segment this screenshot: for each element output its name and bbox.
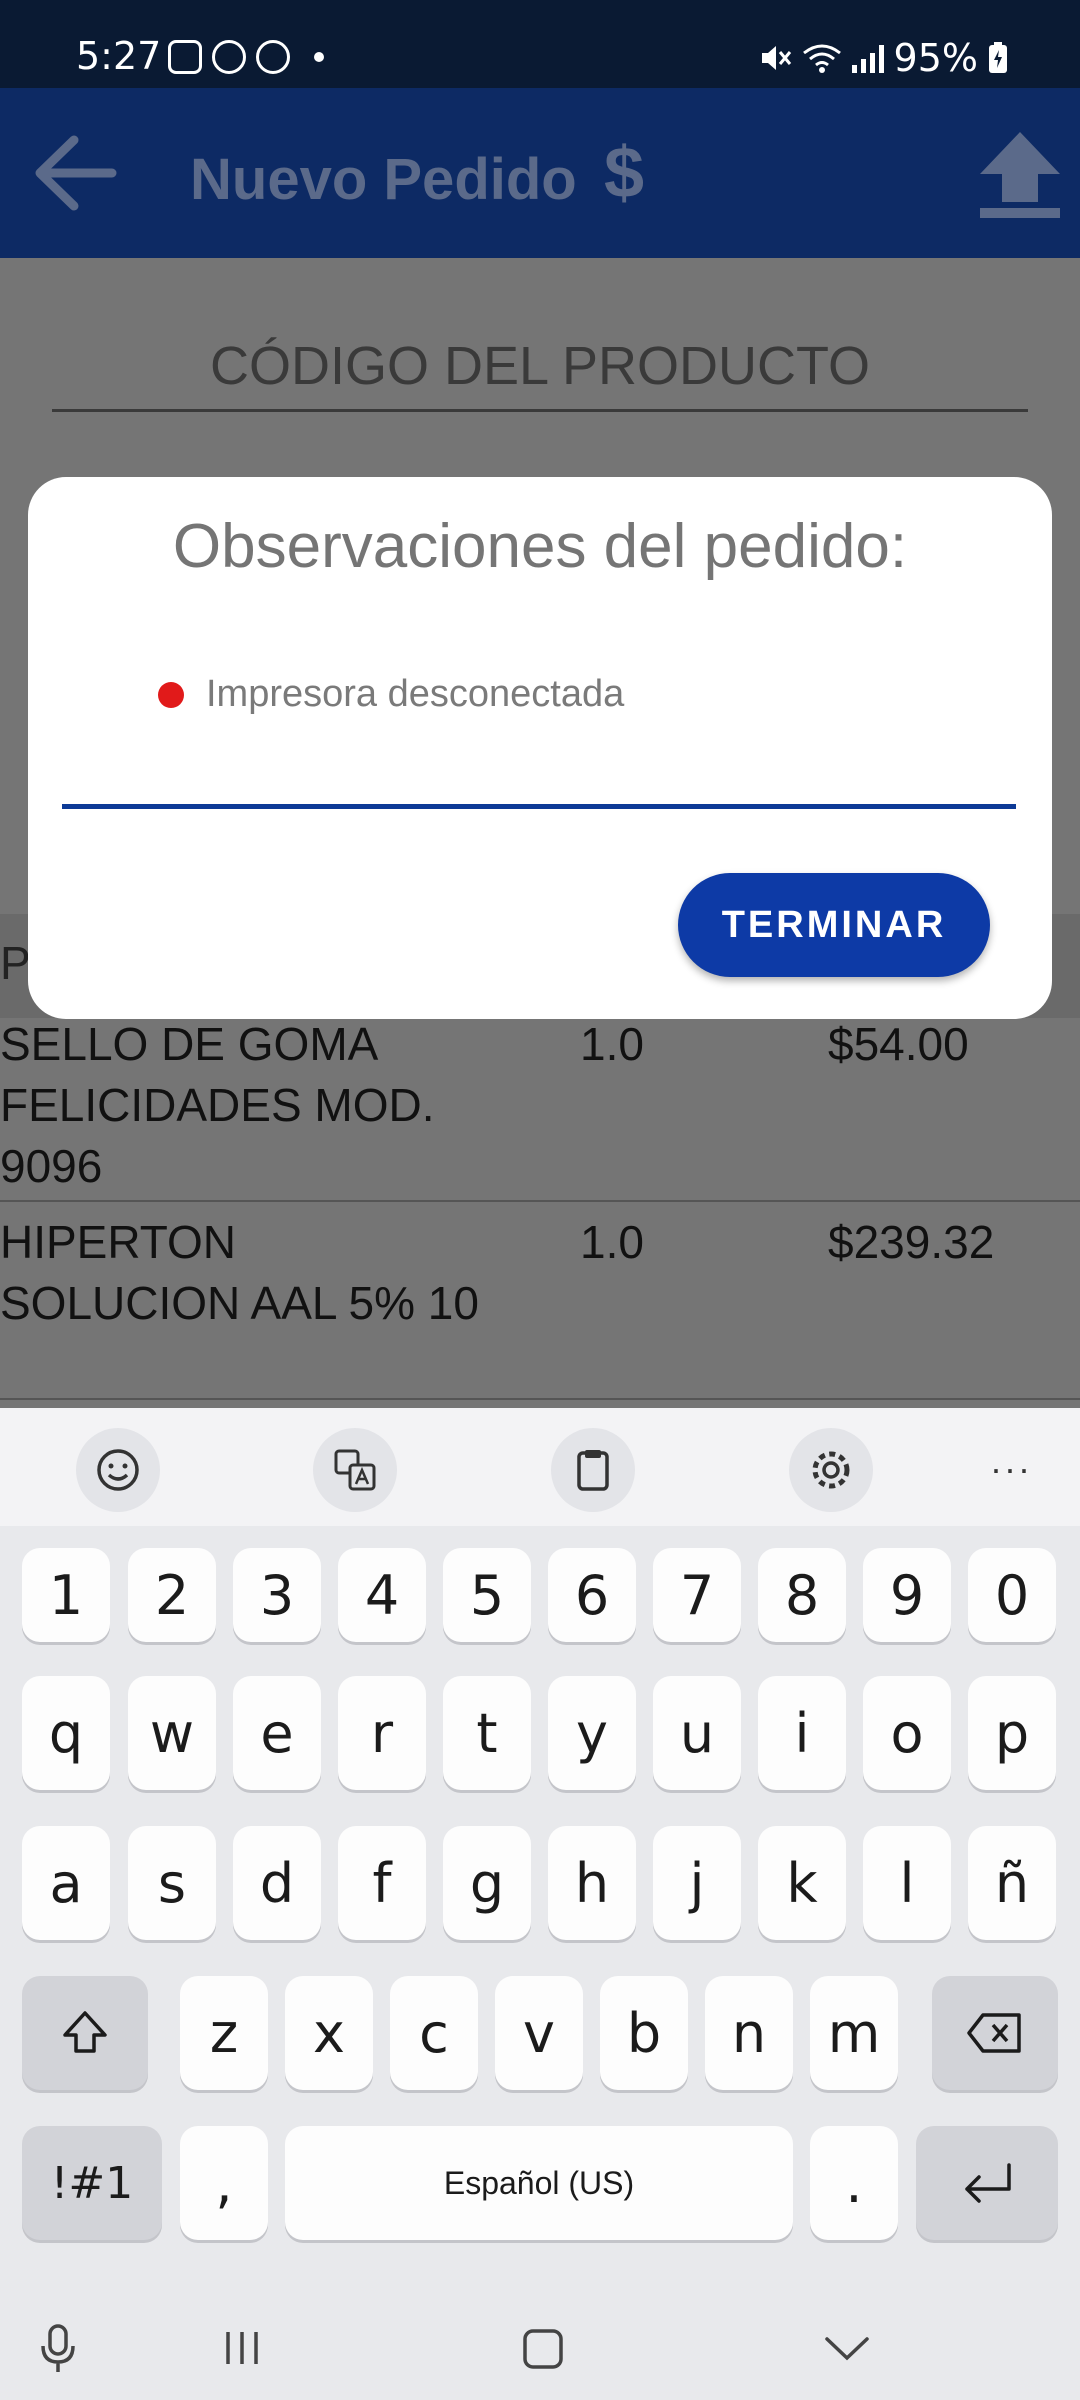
key-ene[interactable]: ñ xyxy=(968,1826,1056,1940)
key-h[interactable]: h xyxy=(548,1826,636,1940)
shift-key[interactable] xyxy=(22,1976,148,2090)
keyboard-toolbar: ··· xyxy=(0,1408,1080,1526)
key-7[interactable]: 7 xyxy=(653,1548,741,1642)
key-i[interactable]: i xyxy=(758,1676,846,1790)
key-t[interactable]: t xyxy=(443,1676,531,1790)
shift-icon xyxy=(63,2011,107,2053)
key-w[interactable]: w xyxy=(128,1676,216,1790)
key-m[interactable]: m xyxy=(810,1976,898,2090)
gallery-icon xyxy=(168,40,202,74)
printer-status-text: Impresora desconectada xyxy=(206,673,625,715)
key-k[interactable]: k xyxy=(758,1826,846,1940)
space-key[interactable]: Español (US) xyxy=(285,2126,793,2240)
backspace-icon xyxy=(967,2013,1021,2053)
product-name: SELLO DE GOMA FELICIDADES MOD. 9096 xyxy=(0,1018,435,1192)
key-2[interactable]: 2 xyxy=(128,1548,216,1642)
status-dot-icon xyxy=(158,681,184,708)
key-j[interactable]: j xyxy=(653,1826,741,1940)
settings-icon[interactable] xyxy=(789,1428,873,1512)
backspace-key[interactable] xyxy=(932,1976,1058,2090)
key-x[interactable]: x xyxy=(285,1976,373,2090)
dollar-icon[interactable]: $ xyxy=(604,132,644,214)
recent-apps-icon[interactable] xyxy=(222,2328,262,2368)
page-title: Nuevo Pedido xyxy=(190,147,577,212)
product-list: SELLO DE GOMA FELICIDADES MOD. 9096 1.0 … xyxy=(0,1004,1080,1400)
signal-icon xyxy=(851,43,884,73)
key-r[interactable]: r xyxy=(338,1676,426,1790)
key-8[interactable]: 8 xyxy=(758,1548,846,1642)
product-code-label: CÓDIGO DEL PRODUCTO xyxy=(209,336,871,396)
enter-icon xyxy=(965,2163,1011,2203)
order-notes-dialog: Observaciones del pedido: Impresora desc… xyxy=(28,477,1052,1019)
key-z[interactable]: z xyxy=(180,1976,268,2090)
key-n[interactable]: n xyxy=(705,1976,793,2090)
clipboard-icon[interactable] xyxy=(551,1428,635,1512)
order-notes-input[interactable] xyxy=(62,717,1016,809)
product-code-field[interactable]: CÓDIGO DEL PRODUCTO xyxy=(52,326,1028,412)
key-e[interactable]: e xyxy=(233,1676,321,1790)
table-row[interactable]: SELLO DE GOMA FELICIDADES MOD. 9096 1.0 … xyxy=(0,1004,1080,1202)
table-header-label: P xyxy=(0,937,31,989)
upload-icon[interactable] xyxy=(976,128,1064,220)
more-notifications-icon xyxy=(314,52,324,62)
battery-icon xyxy=(989,42,1007,73)
wifi-icon xyxy=(802,44,841,73)
hide-keyboard-icon[interactable] xyxy=(824,2336,870,2362)
keyboard: ··· 1 2 3 4 5 6 7 8 9 0 q w e r t y u i … xyxy=(0,1408,1080,2400)
app-bar: Nuevo Pedido $ xyxy=(0,88,1080,258)
key-g[interactable]: g xyxy=(443,1826,531,1940)
key-c[interactable]: c xyxy=(390,1976,478,2090)
key-1[interactable]: 1 xyxy=(22,1548,110,1642)
product-quantity: 1.0 xyxy=(580,1018,644,1070)
microphone-icon[interactable] xyxy=(38,2322,78,2374)
status-bar: 5:27 95% xyxy=(0,0,1080,88)
key-3[interactable]: 3 xyxy=(233,1548,321,1642)
table-row[interactable]: HIPERTON SOLUCION AAL 5% 10 1.0 $239.32 xyxy=(0,1202,1080,1400)
key-5[interactable]: 5 xyxy=(443,1548,531,1642)
dialog-title: Observaciones del pedido: xyxy=(172,512,908,581)
battery-percent: 95% xyxy=(893,36,978,80)
emoji-icon[interactable] xyxy=(76,1428,160,1512)
key-0[interactable]: 0 xyxy=(968,1548,1056,1642)
translate-icon[interactable] xyxy=(313,1428,397,1512)
key-9[interactable]: 9 xyxy=(863,1548,951,1642)
printer-status: Impresora desconectada xyxy=(158,673,624,716)
health-icon xyxy=(256,40,290,74)
comma-key[interactable]: , xyxy=(180,2126,268,2240)
key-4[interactable]: 4 xyxy=(338,1548,426,1642)
key-a[interactable]: a xyxy=(22,1826,110,1940)
period-key[interactable]: . xyxy=(810,2126,898,2240)
product-price: $239.32 xyxy=(828,1216,995,1268)
key-u[interactable]: u xyxy=(653,1676,741,1790)
navigation-bar xyxy=(0,2292,1080,2400)
more-icon[interactable]: ··· xyxy=(990,1448,1032,1490)
home-icon[interactable] xyxy=(522,2328,564,2370)
back-arrow-icon[interactable] xyxy=(30,128,120,218)
symbols-key[interactable]: !#1 xyxy=(22,2126,162,2240)
sync-icon xyxy=(212,40,246,74)
key-q[interactable]: q xyxy=(22,1676,110,1790)
key-f[interactable]: f xyxy=(338,1826,426,1940)
notification-icons xyxy=(168,40,324,74)
key-o[interactable]: o xyxy=(863,1676,951,1790)
key-p[interactable]: p xyxy=(968,1676,1056,1790)
key-b[interactable]: b xyxy=(600,1976,688,2090)
system-status: 95% xyxy=(758,36,1008,80)
key-y[interactable]: y xyxy=(548,1676,636,1790)
key-l[interactable]: l xyxy=(863,1826,951,1940)
mute-icon xyxy=(761,46,791,70)
enter-key[interactable] xyxy=(916,2126,1058,2240)
finish-button[interactable]: TERMINAR xyxy=(678,873,990,977)
key-6[interactable]: 6 xyxy=(548,1548,636,1642)
key-v[interactable]: v xyxy=(495,1976,583,2090)
key-d[interactable]: d xyxy=(233,1826,321,1940)
product-quantity: 1.0 xyxy=(580,1216,644,1268)
product-price: $54.00 xyxy=(828,1018,969,1070)
product-name: HIPERTON SOLUCION AAL 5% 10 xyxy=(0,1216,479,1329)
key-s[interactable]: s xyxy=(128,1826,216,1940)
status-time: 5:27 xyxy=(76,34,162,78)
